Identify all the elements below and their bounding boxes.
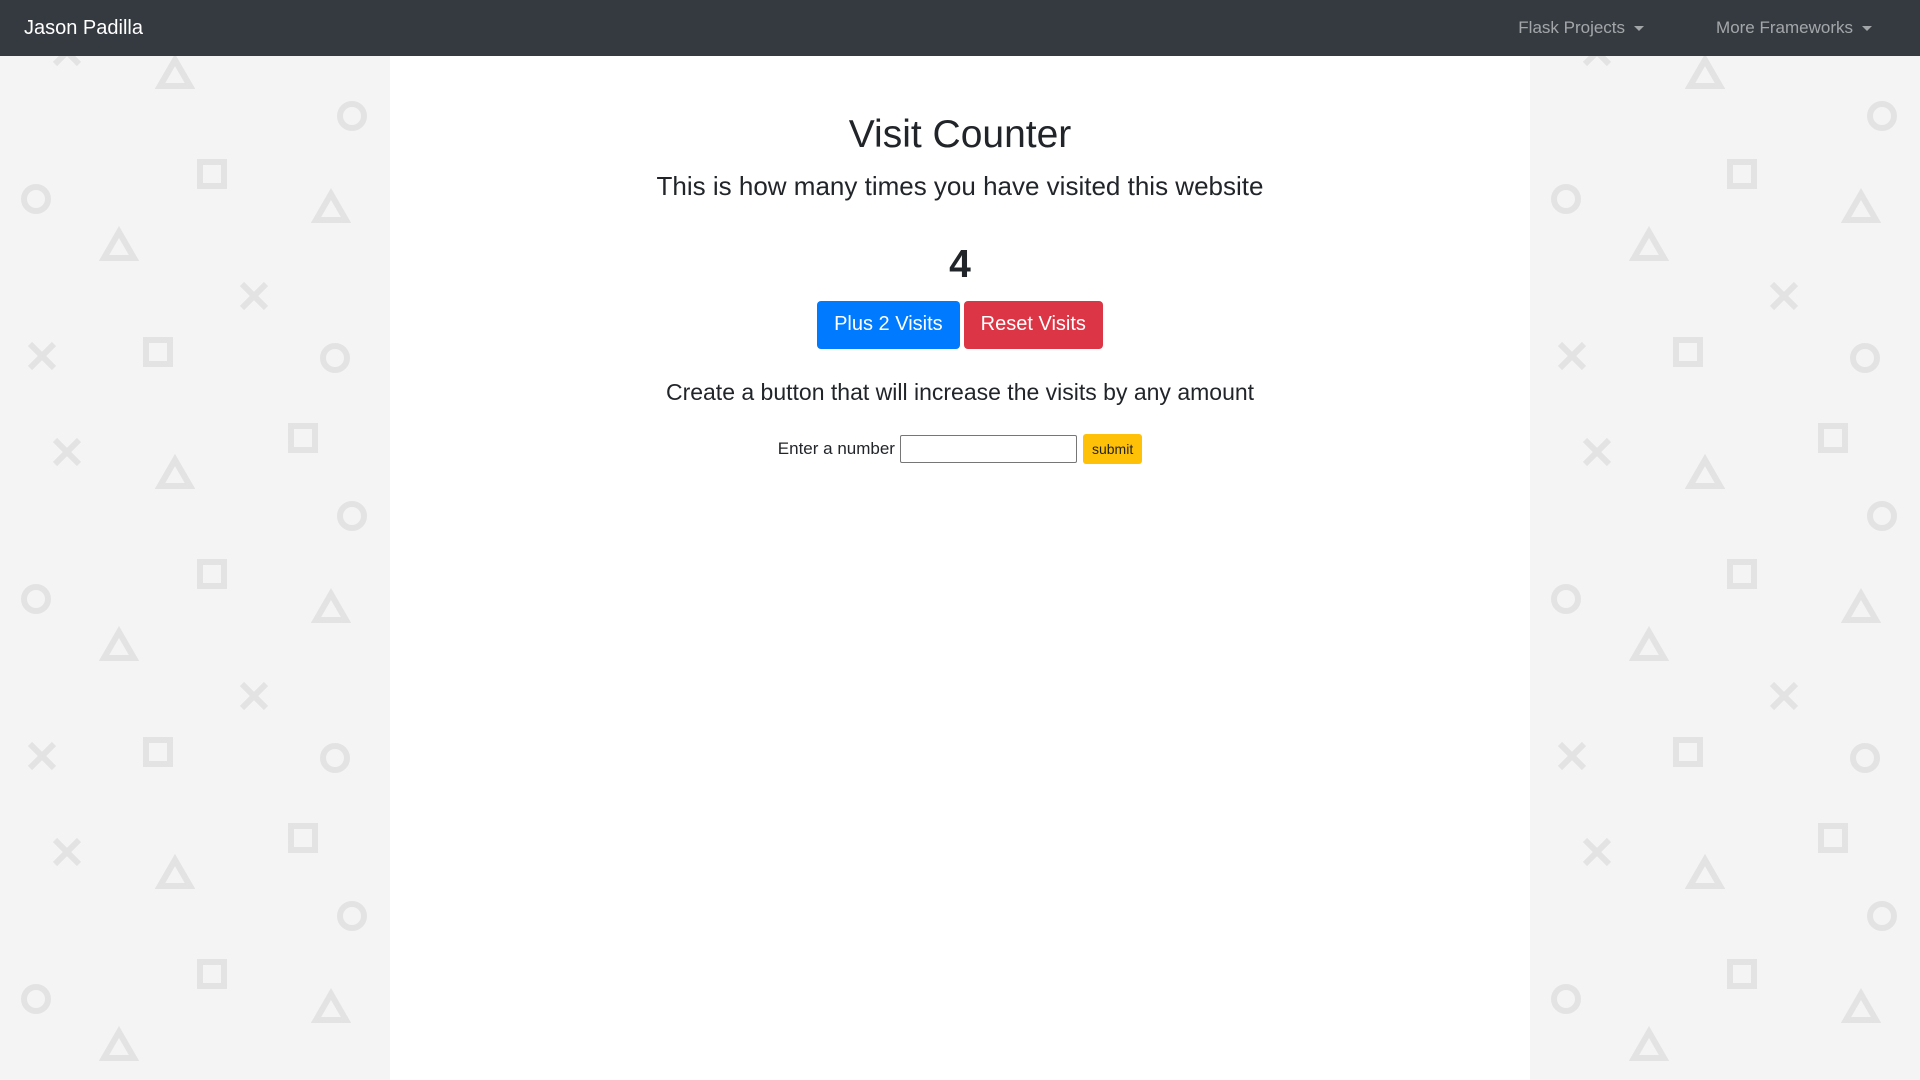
circle-icon <box>320 743 350 773</box>
circle-icon <box>337 901 367 931</box>
cross-icon <box>52 56 82 67</box>
cross-icon <box>1764 1076 1804 1080</box>
cross-icon <box>1582 837 1612 867</box>
triangle-icon <box>1629 626 1669 661</box>
square-icon <box>1673 737 1703 767</box>
caret-down-icon <box>1634 25 1645 31</box>
cross-icon <box>27 741 57 771</box>
cross-icon <box>1582 56 1612 67</box>
cross-icon <box>27 341 57 371</box>
circle-icon <box>337 101 367 131</box>
cross-icon <box>234 1076 274 1080</box>
cross-icon <box>1557 341 1587 371</box>
square-icon <box>197 559 227 589</box>
triangle-icon <box>1685 56 1725 89</box>
circle-icon <box>1551 584 1581 614</box>
brand-link[interactable]: Jason Padilla <box>24 17 143 40</box>
number-label: Enter a number <box>777 439 895 459</box>
cross-icon <box>1557 741 1587 771</box>
square-icon <box>197 159 227 189</box>
triangle-icon <box>311 188 351 223</box>
cross-icon <box>1769 281 1799 311</box>
triangle-icon <box>1685 454 1725 489</box>
square-icon <box>283 56 323 58</box>
nav-menu: Flask Projects More Frameworks <box>1518 0 1896 56</box>
square-icon <box>1727 559 1757 589</box>
page-subtitle: This is how many times you have visited … <box>656 170 1264 201</box>
square-icon <box>1673 337 1703 367</box>
cross-icon <box>239 681 269 711</box>
reset-visits-button[interactable]: Reset Visits <box>963 300 1103 349</box>
create-prompt: Create a button that will increase the v… <box>665 378 1255 405</box>
square-icon <box>1818 423 1848 453</box>
triangle-icon <box>99 226 139 261</box>
cross-icon <box>1769 681 1799 711</box>
submit-button[interactable]: submit <box>1082 434 1143 465</box>
triangle-icon <box>311 588 351 623</box>
triangle-icon <box>1841 988 1881 1023</box>
button-row: Plus 2 Visits Reset Visits <box>390 300 1530 349</box>
dropdown-flask-projects[interactable]: Flask Projects <box>1518 18 1645 38</box>
triangle-icon <box>99 626 139 661</box>
square-icon <box>1727 159 1757 189</box>
cross-icon <box>239 281 269 311</box>
visit-count: 4 <box>949 242 971 286</box>
increment-form: Enter a number submit <box>390 434 1530 465</box>
circle-icon <box>1867 501 1897 531</box>
triangle-icon <box>1629 1026 1669 1061</box>
circle-icon <box>1850 343 1880 373</box>
square-icon <box>143 337 173 367</box>
triangle-icon <box>1685 854 1725 889</box>
square-icon <box>1727 959 1757 989</box>
triangle-icon <box>155 854 195 889</box>
cross-icon <box>52 437 82 467</box>
square-icon <box>288 823 318 853</box>
square-icon <box>288 423 318 453</box>
cross-icon <box>52 837 82 867</box>
square-icon <box>1813 56 1853 58</box>
circle-icon <box>337 501 367 531</box>
circle-icon <box>1867 101 1897 131</box>
triangle-icon <box>1841 588 1881 623</box>
circle-icon <box>320 343 350 373</box>
square-icon <box>197 959 227 989</box>
navbar: Jason Padilla Flask Projects More Framew… <box>0 0 1920 56</box>
square-icon <box>1818 823 1848 853</box>
triangle-icon <box>155 56 195 89</box>
circle-icon <box>21 584 51 614</box>
triangle-icon <box>311 988 351 1023</box>
number-input[interactable] <box>899 435 1077 464</box>
dropdown-label: Flask Projects <box>1518 18 1626 37</box>
triangle-icon <box>99 1026 139 1061</box>
circle-icon <box>1867 901 1897 931</box>
main-content: Visit Counter This is how many times you… <box>390 56 1530 1080</box>
cross-icon <box>1582 437 1612 467</box>
circle-icon <box>1551 184 1581 214</box>
plus-visits-button[interactable]: Plus 2 Visits <box>817 300 960 349</box>
circle-icon <box>21 984 51 1014</box>
caret-down-icon <box>1862 25 1872 31</box>
circle-icon <box>21 184 51 214</box>
dropdown-label: More Frameworks <box>1716 18 1853 37</box>
circle-icon <box>1850 743 1880 773</box>
triangle-icon <box>155 454 195 489</box>
square-icon <box>143 737 173 767</box>
circle-icon <box>1551 984 1581 1014</box>
triangle-icon <box>1629 226 1669 261</box>
triangle-icon <box>1841 188 1881 223</box>
page-title: Visit Counter <box>848 113 1072 156</box>
dropdown-more-frameworks[interactable]: More Frameworks <box>1716 18 1872 38</box>
